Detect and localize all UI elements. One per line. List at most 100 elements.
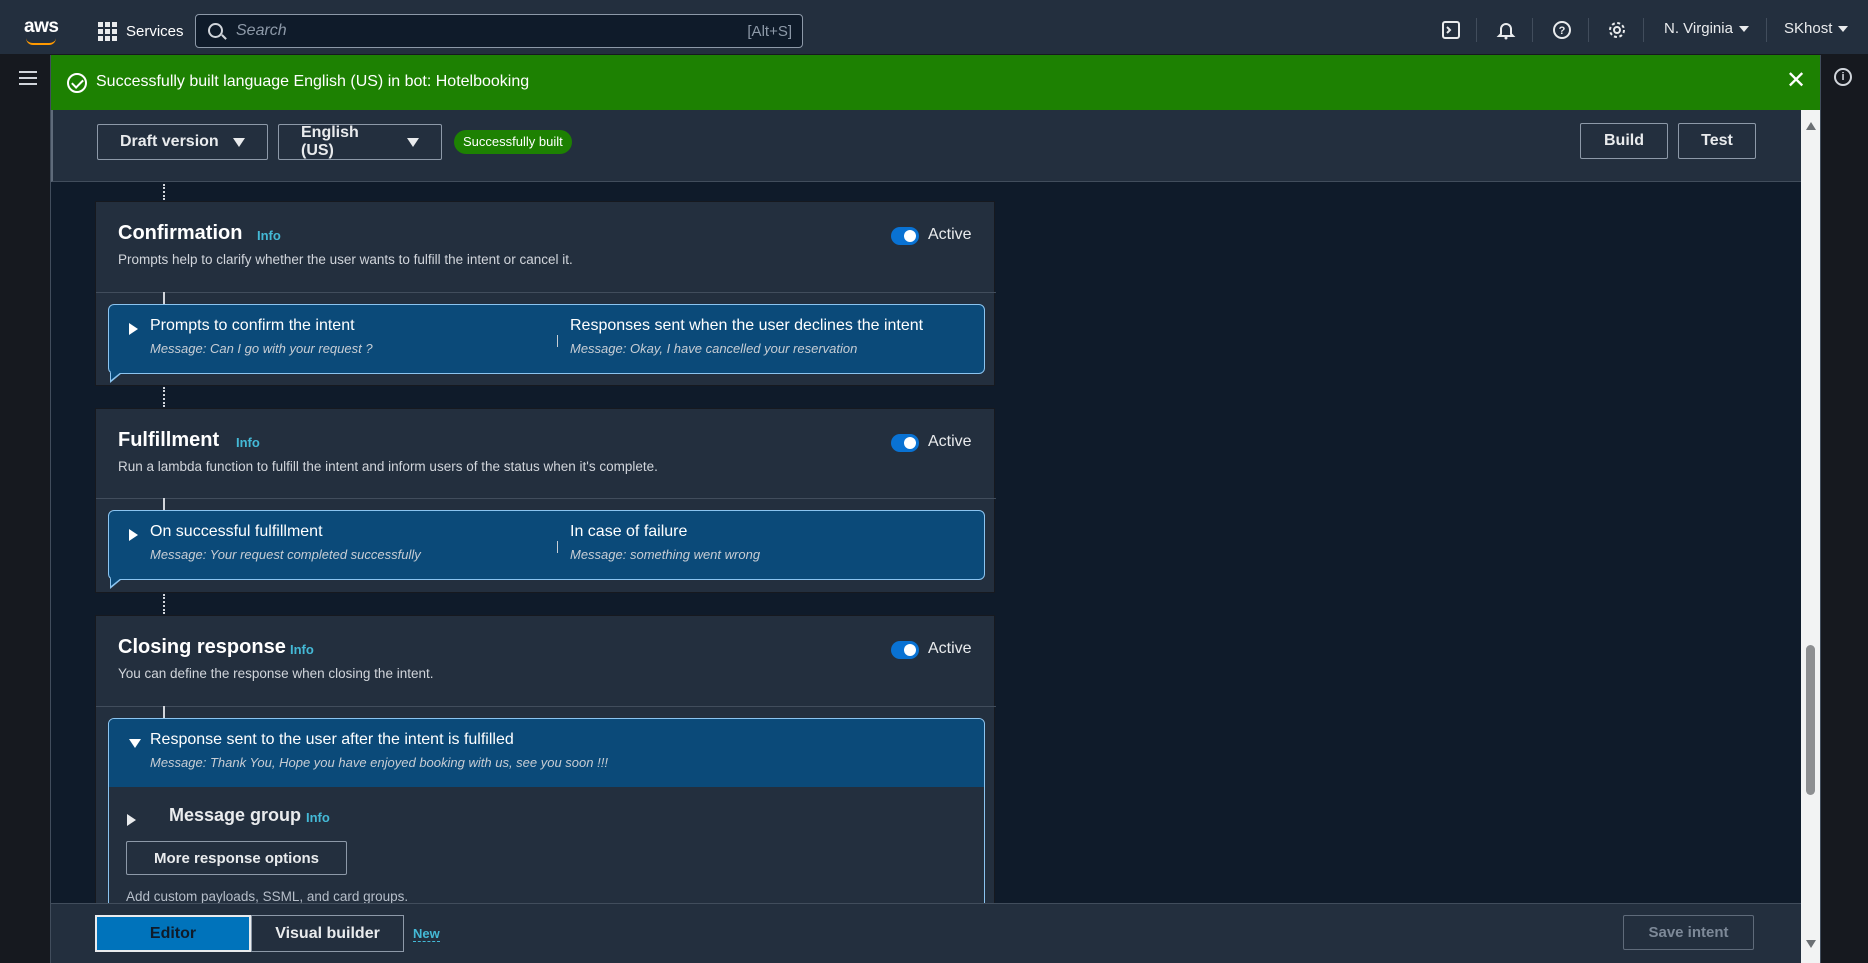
flow-connector	[163, 387, 165, 407]
nav-divider	[1532, 18, 1533, 42]
build-button[interactable]: Build	[1580, 123, 1668, 159]
aws-logo[interactable]: aws	[24, 16, 64, 45]
fulfillment-bubble[interactable]: On successful fulfillment Message: Your …	[108, 510, 985, 589]
info-panel-icon[interactable]: i	[1834, 68, 1852, 86]
flow-connector	[163, 594, 165, 614]
account-menu[interactable]: SKhost	[1784, 20, 1849, 37]
nav-divider	[1766, 18, 1767, 42]
flow-connector	[163, 292, 165, 304]
search-shortcut: [Alt+S]	[747, 23, 792, 40]
aws-smile-icon	[26, 38, 56, 45]
divider	[96, 706, 996, 707]
flash-message: Successfully built language English (US)…	[96, 73, 530, 90]
prompts-message: Message: Can I go with your request ?	[150, 341, 373, 356]
divider	[557, 541, 558, 553]
close-icon[interactable]: ✕	[1786, 69, 1806, 93]
expand-arrow-icon[interactable]	[127, 814, 136, 826]
svg-text:?: ?	[1559, 25, 1566, 37]
prompts-heading: Prompts to confirm the intent	[150, 317, 355, 334]
region-label: N. Virginia	[1664, 20, 1733, 37]
closing-response-card: Closing response Info You can define the…	[95, 615, 996, 903]
flow-connector	[163, 706, 165, 718]
toggle-label: Active	[928, 640, 972, 657]
help-icon[interactable]: ?	[1551, 19, 1573, 41]
search-box[interactable]: [Alt+S]	[195, 14, 803, 48]
bell-icon[interactable]	[1495, 19, 1517, 41]
test-button[interactable]: Test	[1678, 123, 1756, 159]
save-intent-button[interactable]: Save intent	[1623, 915, 1754, 950]
expand-arrow-icon[interactable]	[129, 529, 138, 541]
scroll-down-icon[interactable]	[1806, 940, 1816, 948]
right-tools-rail	[1820, 55, 1868, 963]
search-input[interactable]	[236, 21, 676, 41]
services-label: Services	[126, 22, 184, 40]
failure-message: Message: something went wrong	[570, 547, 761, 562]
fulfillment-title: Fulfillment	[118, 429, 220, 451]
new-badge[interactable]: New	[413, 926, 440, 942]
closing-response-message: Message: Thank You, Hope you have enjoye…	[150, 755, 608, 770]
decline-heading: Responses sent when the user declines th…	[570, 317, 924, 334]
closing-info-link[interactable]: Info	[290, 642, 314, 657]
bubble-tail	[111, 578, 121, 586]
main-content: Draft version English (US) Successfully …	[51, 110, 1801, 903]
menu-icon[interactable]	[19, 71, 37, 85]
confirmation-description: Prompts help to clarify whether the user…	[118, 252, 573, 267]
confirmation-title: Confirmation	[118, 222, 243, 244]
nav-divider	[1643, 18, 1644, 42]
cloudshell-icon[interactable]	[1440, 19, 1462, 41]
success-flashbar: Successfully built language English (US)…	[51, 55, 1820, 110]
toggle-label: Active	[928, 433, 972, 450]
bot-header-bar: Draft version English (US) Successfully …	[51, 110, 1801, 182]
nav-divider	[1476, 18, 1477, 42]
version-dropdown-label: Draft version	[120, 133, 219, 150]
expand-arrow-icon[interactable]	[129, 323, 138, 335]
scrollbar-thumb[interactable]	[1806, 645, 1815, 795]
closing-active-toggle[interactable]	[891, 641, 919, 659]
collapse-arrow-icon[interactable]	[129, 739, 141, 748]
more-options-description: Add custom payloads, SSML, and card grou…	[126, 889, 409, 903]
decline-message: Message: Okay, I have cancelled your res…	[570, 341, 858, 356]
success-heading: On successful fulfillment	[150, 523, 323, 540]
account-label: SKhost	[1784, 20, 1833, 37]
settings-icon[interactable]	[1606, 19, 1628, 41]
closing-response-panel: Response sent to the user after the inte…	[108, 718, 985, 903]
tab-editor[interactable]: Editor	[95, 915, 251, 952]
version-dropdown[interactable]: Draft version	[97, 124, 268, 160]
top-navigation: aws Services [Alt+S] ? N. Virginia SKhos…	[0, 0, 1868, 55]
confirmation-prompts-bubble[interactable]: Prompts to confirm the intent Message: C…	[108, 304, 985, 383]
tab-visual-builder[interactable]: Visual builder	[251, 915, 404, 952]
bottom-bar: Editor Visual builder New Save intent	[51, 903, 1801, 963]
closing-title: Closing response	[118, 636, 286, 658]
services-menu-button[interactable]: Services	[98, 19, 184, 43]
fulfillment-card: Fulfillment Info Run a lambda function t…	[95, 408, 996, 593]
grid-icon	[98, 21, 117, 41]
flow-connector	[163, 184, 165, 200]
success-message: Message: Your request completed successf…	[150, 547, 421, 562]
caret-down-icon	[1738, 26, 1749, 33]
confirmation-card: Confirmation Info Prompts help to clarif…	[95, 201, 996, 386]
closing-response-header[interactable]: Response sent to the user after the inte…	[109, 719, 984, 787]
language-dropdown-label: English (US)	[301, 124, 359, 159]
fulfillment-active-toggle[interactable]	[891, 434, 919, 452]
fulfillment-description: Run a lambda function to fulfill the int…	[118, 459, 658, 474]
success-check-icon	[67, 73, 87, 93]
scroll-up-icon[interactable]	[1806, 122, 1816, 130]
message-group-info-link[interactable]: Info	[306, 810, 330, 825]
message-group-title: Message group	[169, 805, 302, 825]
closing-response-heading: Response sent to the user after the inte…	[150, 731, 514, 748]
nav-divider	[1588, 18, 1589, 42]
confirmation-active-toggle[interactable]	[891, 227, 919, 245]
toggle-label: Active	[928, 226, 972, 243]
fulfillment-info-link[interactable]: Info	[236, 435, 260, 450]
vertical-scrollbar[interactable]	[1801, 110, 1820, 963]
region-selector[interactable]: N. Virginia	[1664, 20, 1749, 37]
search-icon	[208, 23, 223, 38]
language-dropdown[interactable]: English (US)	[278, 124, 442, 160]
more-response-options-button[interactable]: More response options	[126, 841, 347, 875]
divider	[557, 335, 558, 347]
divider	[96, 292, 996, 293]
confirmation-info-link[interactable]: Info	[257, 228, 281, 243]
closing-description: You can define the response when closing…	[118, 666, 434, 681]
caret-down-icon	[407, 137, 419, 147]
status-badge: Successfully built	[454, 130, 572, 154]
